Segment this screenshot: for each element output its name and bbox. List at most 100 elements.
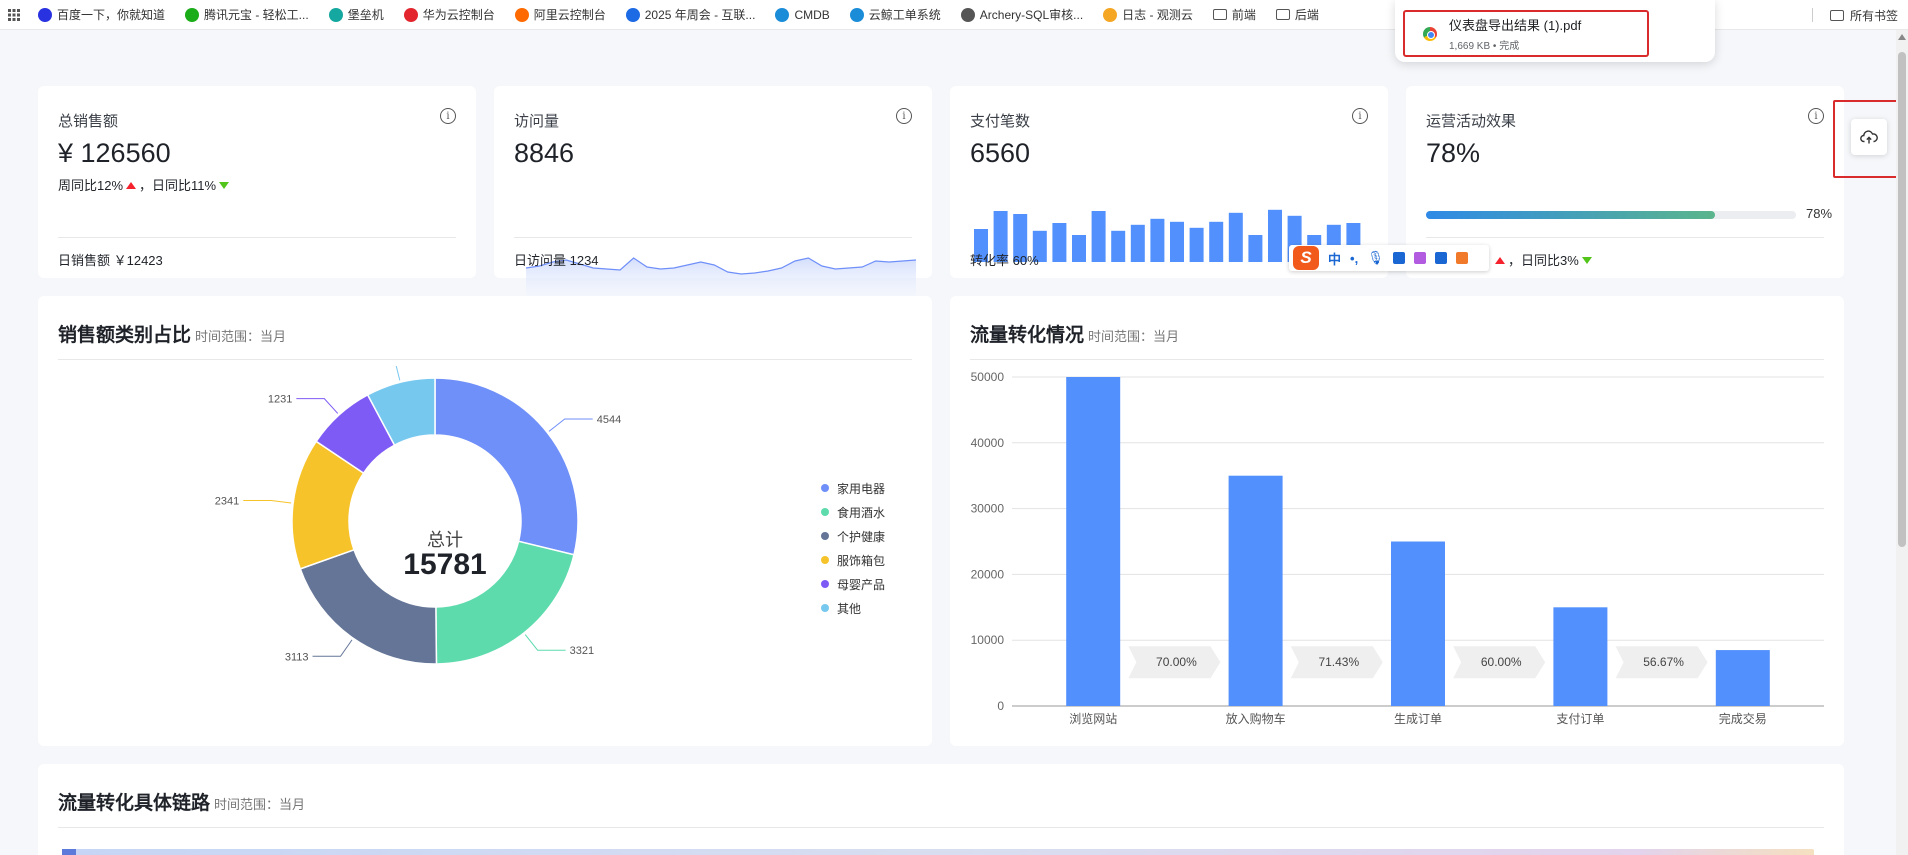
divider [58,359,912,360]
conversion-rate-label: 71.43% [1318,655,1359,669]
stat-comparison: 周同比12% ，日同比11% [58,175,232,194]
bookmark-item[interactable]: 阿里云控制台 [505,0,616,29]
stat-card-sales: 总销售额 i ¥ 126560 周同比12% ，日同比11% 日销售额 ￥1242… [38,86,476,278]
label-leader-line [243,500,292,504]
toolbox-icon[interactable] [1434,252,1447,264]
scroll-thumb[interactable] [1898,52,1906,547]
bookmark-item[interactable]: 日志 - 观测云 [1093,0,1203,29]
bookmark-item[interactable]: Archery-SQL审核... [951,0,1093,29]
globe-icon [960,7,975,22]
stat-footer: 转化率 60% [970,253,1039,268]
stat-value: ¥ 126560 [58,138,171,168]
info-icon[interactable]: i [1808,108,1824,124]
legend-item[interactable]: 母婴产品 [821,572,885,596]
folder-icon [1212,9,1227,20]
info-icon[interactable]: i [440,108,456,124]
baidu-icon [38,7,52,22]
bookmark-item[interactable]: 前端 [1203,0,1266,29]
bookmark-label: 阿里云控制台 [533,8,606,22]
microphone-icon[interactable]: 🎙 [1367,250,1384,266]
arrow-up-icon [1495,257,1505,264]
bookmark-item[interactable]: 2025 年周会 - 互联... [616,0,766,29]
legend-item[interactable]: 食用酒水 [821,500,885,524]
payment-bar [1170,221,1184,262]
x-tick-label: 生成订单 [1394,712,1442,726]
legend-dot [821,484,829,492]
bookmark-label: 华为云控制台 [422,8,495,22]
bookmark-item[interactable]: 云鲸工单系统 [840,0,951,29]
time-range: 时间范围：当月 [214,797,306,812]
ime-punctuation[interactable]: •, [1350,251,1358,266]
guance-icon [1103,7,1118,22]
funnel-start-node [62,849,76,855]
stat-footer: 日销售额 ￥12423 [58,253,163,268]
page-scrollbar[interactable] [1896,30,1908,855]
bookmark-item[interactable]: 华为云控制台 [394,0,505,29]
legend-item[interactable]: 其他 [821,596,885,620]
all-bookmarks-button[interactable]: 所有书签 [1829,0,1898,29]
divider [970,359,1824,360]
huawei-icon [403,7,418,22]
donut-center-value: 15781 [403,548,487,581]
bookmark-item[interactable]: 后端 [1266,0,1329,29]
progress-bar [1426,211,1796,219]
info-icon[interactable]: i [1352,108,1368,124]
bookmark-label: 堡垒机 [347,8,384,22]
conversion-bar-chart: 0 10000 20000 30000 40000 50000 浏览网站 放入购物车 生成订单 支… [971,370,1824,726]
y-tick-label: 40000 [971,436,1005,450]
conversion-rate-label: 56.67% [1643,655,1684,669]
cloud-upload-button[interactable] [1851,119,1887,155]
x-tick-label: 放入购物车 [1226,711,1286,726]
legend-label: 食用酒水 [837,505,886,520]
download-file-name: 仪表盘导出结果 (1).pdf [1449,18,1582,33]
funnel-sankey-band [62,849,1814,855]
section-title: 流量转化情况 时间范围：当月 [970,320,1179,347]
stat-title: 支付笔数 [970,113,1031,130]
mascot-icon[interactable] [1455,252,1468,264]
stat-footer: ，日同比3% [1492,250,1595,269]
stat-title: 访问量 [514,113,560,130]
aliyun-icon [514,7,529,22]
payment-bar [1189,227,1204,262]
bookmark-item[interactable]: 百度一下，你就知道 [28,0,175,29]
y-tick-label: 50000 [971,370,1005,384]
ime-mode[interactable]: 中 [1328,249,1341,268]
legend-label: 母婴产品 [837,577,886,592]
chrome-icon [1423,26,1437,41]
bookmark-item[interactable]: 腾讯元宝 - 轻松工... [175,0,319,29]
keyboard-icon[interactable] [1392,252,1405,264]
y-tick-label: 20000 [971,567,1005,581]
payment-bar [1091,211,1106,262]
stat-value: 8846 [514,138,575,168]
section-title-text: 销售额类别占比 [58,325,192,346]
ime-toolbar[interactable]: S 中 •, 🎙 [1289,245,1489,271]
highlight-box [1833,100,1903,178]
legend-item[interactable]: 服饰箱包 [821,548,885,572]
apps-grid-icon[interactable] [0,8,28,21]
conversion-bar[interactable] [1228,475,1283,706]
folder-icon [1829,9,1844,21]
bookmark-label: 百度一下，你就知道 [57,8,166,22]
bookmark-label: 前端 [1231,8,1256,22]
download-item[interactable]: 仪表盘导出结果 (1).pdf 1,669 KB • 完成 [1403,10,1649,57]
conversion-bar[interactable] [1553,607,1608,706]
folder-icon [1275,9,1290,20]
conversion-bar[interactable] [1391,541,1445,707]
sogou-logo-icon[interactable]: S [1293,246,1319,270]
bookmark-label: Archery-SQL审核... [979,8,1084,22]
payment-bar [1268,209,1282,262]
scroll-up-arrow-icon[interactable] [1898,34,1906,40]
info-icon[interactable]: i [896,108,912,124]
day-compare: ，日同比3% [1508,253,1579,268]
slice-value-label: 1231 [268,394,292,406]
x-tick-label: 浏览网站 [1069,711,1117,726]
conversion-bar[interactable] [1066,377,1121,706]
legend-label: 其他 [837,601,862,616]
skin-icon[interactable] [1413,252,1426,264]
divider [58,827,1824,828]
bookmark-item[interactable]: 堡垒机 [319,0,394,29]
legend-item[interactable]: 家用电器 [821,476,885,500]
conversion-bar[interactable] [1715,650,1770,706]
legend-item[interactable]: 个护健康 [821,524,885,548]
bookmark-item[interactable]: CMDB [765,0,839,29]
